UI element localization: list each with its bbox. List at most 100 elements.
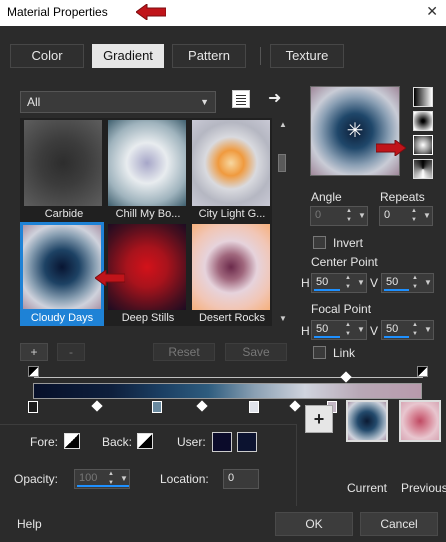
back-color-icon[interactable] (137, 433, 153, 449)
back-label: Back: (102, 435, 133, 449)
repeats-input[interactable]: 0 ▲ ▼ ▼ (379, 206, 433, 226)
radial-style-icon[interactable] (413, 135, 433, 155)
gradient-thumb-cloudy-days[interactable]: Cloudy Days (20, 222, 104, 326)
spin-updown-icon[interactable]: ▲ ▼ (409, 321, 421, 339)
angle-label: Angle (311, 190, 342, 204)
gradient-gallery: Carbide Chill My Bo... City Light G... C… (20, 118, 272, 326)
tab-pattern[interactable]: Pattern (172, 44, 246, 68)
color-stop-0[interactable] (28, 401, 38, 413)
resource-library-icon[interactable] (232, 90, 250, 108)
gradient-label: Carbide (44, 208, 84, 220)
focal-v-label: V (370, 324, 379, 338)
location-input[interactable]: 0 (223, 469, 259, 489)
spin-updown-icon[interactable]: ▲ ▼ (409, 274, 421, 292)
spin-updown-icon[interactable]: ▲ ▼ (342, 321, 354, 339)
remove-gradient-button[interactable]: - (57, 343, 85, 361)
focal-h-input[interactable]: 50 ▲ ▼ ▼ (311, 320, 367, 340)
spin-updown-icon[interactable]: ▲ ▼ (342, 274, 354, 292)
previous-swatch[interactable] (399, 400, 441, 442)
color-stop-2[interactable] (249, 401, 259, 413)
color-midpoint[interactable] (289, 400, 301, 412)
linear-style-icon[interactable] (413, 87, 433, 107)
center-h-input[interactable]: 50 ▲ ▼ ▼ (311, 273, 367, 293)
gradient-preview (192, 120, 270, 206)
current-label: Current (347, 481, 388, 495)
opacity-midpoint[interactable] (340, 371, 352, 383)
user-color-swatch-secondary[interactable] (237, 432, 257, 452)
add-gradient-button[interactable]: + (20, 343, 48, 361)
tab-texture[interactable]: Texture (270, 44, 344, 68)
ok-button[interactable]: OK (275, 512, 353, 536)
center-v-value: 50 (386, 276, 399, 288)
center-v-input[interactable]: 50 ▲ ▼ ▼ (381, 273, 434, 293)
reset-button[interactable]: Reset (153, 343, 215, 361)
link-checkbox[interactable] (313, 346, 326, 359)
invert-checkbox[interactable] (313, 236, 326, 249)
gradient-editor-bar[interactable] (33, 383, 422, 399)
gallery-scrollbar[interactable]: ▲ ▼ (276, 118, 290, 326)
add-to-swatches-button[interactable]: + (305, 405, 333, 433)
color-midpoint[interactable] (91, 400, 103, 412)
link-label: Link (333, 346, 356, 360)
fore-color-icon[interactable] (64, 433, 80, 449)
location-label: Location: (160, 472, 209, 486)
window-title: Material Properties (7, 5, 108, 19)
gradient-thumb-carbide[interactable]: Carbide (22, 118, 102, 222)
help-link[interactable]: Help (17, 517, 42, 531)
center-crosshair-icon[interactable]: ✳ (345, 121, 365, 141)
color-stop-1[interactable] (152, 401, 162, 413)
center-h-label: H (301, 276, 310, 290)
current-swatch[interactable] (346, 400, 388, 442)
chevron-down-icon[interactable]: ▼ (357, 207, 367, 225)
previous-label: Previous (401, 481, 446, 495)
gradient-thumb-city-light[interactable]: City Light G... (190, 118, 270, 222)
gradient-label: Chill My Bo... (115, 208, 181, 220)
color-midpoint[interactable] (196, 400, 208, 412)
opacity-slider-fill (77, 485, 129, 487)
opacity-stop-right[interactable] (417, 366, 428, 377)
scroll-thumb[interactable] (278, 154, 286, 172)
opacity-stop-left[interactable] (28, 366, 39, 377)
save-gradient-button[interactable]: Save (225, 343, 287, 361)
center-point-label: Center Point (311, 255, 378, 269)
chevron-down-icon[interactable]: ▼ (423, 321, 433, 339)
focal-v-input[interactable]: 50 ▲ ▼ ▼ (381, 320, 434, 340)
gradient-preview (24, 120, 102, 206)
focal-h-slider-fill (314, 336, 340, 338)
divider-vertical (296, 424, 297, 506)
gradient-thumb-chill[interactable]: Chill My Bo... (106, 118, 186, 222)
opacity-input[interactable]: 100 ▲ ▼ ▼ (74, 469, 130, 489)
gradient-thumb-desert-rocks[interactable]: Desert Rocks (190, 222, 270, 326)
gradient-label: City Light G... (198, 208, 266, 220)
chevron-down-icon[interactable]: ▼ (422, 207, 432, 225)
focal-h-label: H (301, 324, 310, 338)
chevron-down-icon[interactable]: ▼ (423, 274, 433, 292)
scroll-up-icon[interactable]: ▲ (279, 120, 287, 129)
angle-input[interactable]: 0 ▲ ▼ ▼ (310, 206, 368, 226)
spin-updown-icon[interactable]: ▲ ▼ (408, 207, 420, 225)
chevron-down-icon[interactable]: ▼ (356, 274, 366, 292)
gradient-preview (23, 225, 101, 309)
user-label: User: (177, 435, 206, 449)
repeats-label: Repeats (380, 190, 425, 204)
scroll-down-icon[interactable]: ▼ (279, 314, 287, 323)
tab-color[interactable]: Color (10, 44, 84, 68)
arrow-right-icon[interactable]: ➜ (268, 88, 281, 108)
gradient-label: Cloudy Days (30, 312, 94, 324)
spin-updown-icon[interactable]: ▲ ▼ (343, 207, 355, 225)
rectangular-style-icon[interactable] (413, 111, 433, 131)
transparency-track (34, 377, 423, 378)
pointer-arrow-icon (95, 270, 125, 286)
gradient-label: Deep Stills (121, 312, 175, 324)
cancel-button[interactable]: Cancel (360, 512, 438, 536)
repeats-value: 0 (384, 209, 391, 221)
user-color-swatch[interactable] (212, 432, 232, 452)
chevron-down-icon[interactable]: ▼ (356, 321, 366, 339)
tab-gradient[interactable]: Gradient (92, 44, 164, 68)
location-value: 0 (228, 472, 235, 484)
close-icon[interactable]: ✕ (426, 3, 438, 20)
sunburst-style-icon[interactable] (413, 159, 433, 179)
center-v-label: V (370, 276, 379, 290)
gradient-category-dropdown[interactable]: All ▼ (20, 91, 216, 113)
gradient-preview-large[interactable]: ✳ (310, 86, 400, 176)
